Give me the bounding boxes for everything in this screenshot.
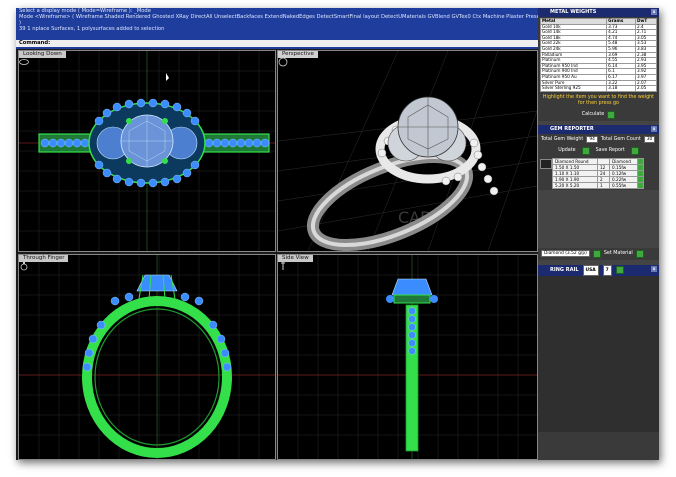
material-dropdown-button[interactable] <box>592 249 601 258</box>
table-row[interactable]: Silver Sterling 925 3.18 2.05 <box>539 85 657 92</box>
gem-select-box[interactable] <box>637 181 644 189</box>
gem-weight: 0.55fw <box>609 181 638 189</box>
view-cube-icon[interactable] <box>278 57 288 67</box>
gem-list-empty-area <box>538 189 659 248</box>
gem-totals-row: Total Gem Weight 94 Total Gem Count 30 <box>538 134 659 145</box>
calculate-row: Calculate <box>538 109 659 121</box>
save-report-button[interactable] <box>630 146 639 155</box>
update-button[interactable] <box>581 146 590 155</box>
empty-panel-area <box>538 275 659 432</box>
set-material-button[interactable] <box>635 249 644 258</box>
ring-rail-title: RING RAIL <box>550 266 579 273</box>
ring-standard-select[interactable]: USA <box>582 264 599 276</box>
set-material-label: Set Material <box>603 251 633 257</box>
metal-weights-table: Metal Grams DwT Gold 10k 3.73 2.4 Gold 14k… <box>539 18 657 92</box>
cell: 2.05 <box>635 85 657 92</box>
command-history: Select a display mode ( Mode=Wireframe )… <box>16 8 538 49</box>
ring-rail-header: RING RAIL USA 7 x <box>538 264 659 276</box>
front-view-drawing <box>19 255 275 459</box>
close-icon[interactable]: x <box>651 265 657 272</box>
total-gem-weight-field[interactable]: 94 <box>586 135 598 143</box>
cell: Silver Sterling 925 <box>539 85 608 92</box>
top-view-drawing <box>19 51 275 251</box>
side-panel: METAL WEIGHTS x Metal Grams DwT Gold 10k 3… <box>538 8 659 460</box>
material-row: Diamond (3.52 g/p) Set Material <box>538 248 659 260</box>
command-line-4: 39 1 nplace Surfaces, 1 polysurfaces add… <box>19 26 165 32</box>
pin-icon[interactable] <box>278 261 288 271</box>
viewport-looking-down[interactable]: Looking Down <box>18 50 276 252</box>
calculate-button[interactable] <box>607 110 616 119</box>
gem-reporter-header: GEM REPORTER x <box>538 124 659 134</box>
update-label: Update <box>558 148 576 154</box>
gem-row[interactable]: 5.20 X 5.20 1 0.55fw <box>552 181 644 189</box>
gem-reporter-title: GEM REPORTER <box>550 125 594 132</box>
gem-size: 5.20 X 5.20 <box>552 181 598 189</box>
command-prompt[interactable]: Command: <box>16 40 538 47</box>
cell: 3.18 <box>606 85 637 92</box>
total-gem-weight-label: Total Gem Weight <box>541 136 584 142</box>
metal-weights-title: METAL WEIGHTS <box>550 9 597 15</box>
close-icon[interactable]: x <box>651 125 657 132</box>
gem-list: Diamond Round Diamond 1.50 X 1.50 12 0.15fw… <box>538 157 659 190</box>
command-line-2: Mode <Wireframe> ( Wireframe Shaded Rend… <box>19 14 538 20</box>
calculate-label: Calculate <box>581 112 605 118</box>
side-view-drawing <box>278 255 537 459</box>
total-gem-count-field[interactable]: 30 <box>643 135 656 143</box>
close-icon[interactable]: x <box>651 9 657 15</box>
viewport-through-finger[interactable]: Through Finger <box>18 254 276 460</box>
app-window: Select a display mode ( Mode=Wireframe )… <box>16 8 659 460</box>
ring-icon[interactable] <box>19 261 29 271</box>
view-cube-icon[interactable] <box>19 57 29 67</box>
gem-table: Diamond Round Diamond 1.50 X 1.50 12 0.15fw… <box>552 157 644 189</box>
gem-icon <box>540 158 552 169</box>
total-gem-count-label: Total Gem Count <box>600 136 641 142</box>
viewport-perspective[interactable]: Perspective CAD <box>277 50 538 252</box>
ring-rail-apply-button[interactable] <box>615 266 624 275</box>
material-select[interactable]: Diamond (3.52 g/p) <box>541 250 590 258</box>
command-prompt-label: Command: <box>19 40 51 46</box>
viewport-side-view[interactable]: Side View <box>277 254 538 460</box>
gem-actions-row: Update Save Report <box>538 145 659 157</box>
perspective-render: CAD <box>278 51 537 251</box>
metal-weights-hint: Highlight the item you want to find the … <box>542 94 655 106</box>
save-report-label: Save Report <box>595 148 625 154</box>
ring-size-select[interactable]: 7 <box>602 264 612 276</box>
gem-count: 1 <box>596 181 611 189</box>
metal-weights-header: METAL WEIGHTS x <box>538 8 659 17</box>
